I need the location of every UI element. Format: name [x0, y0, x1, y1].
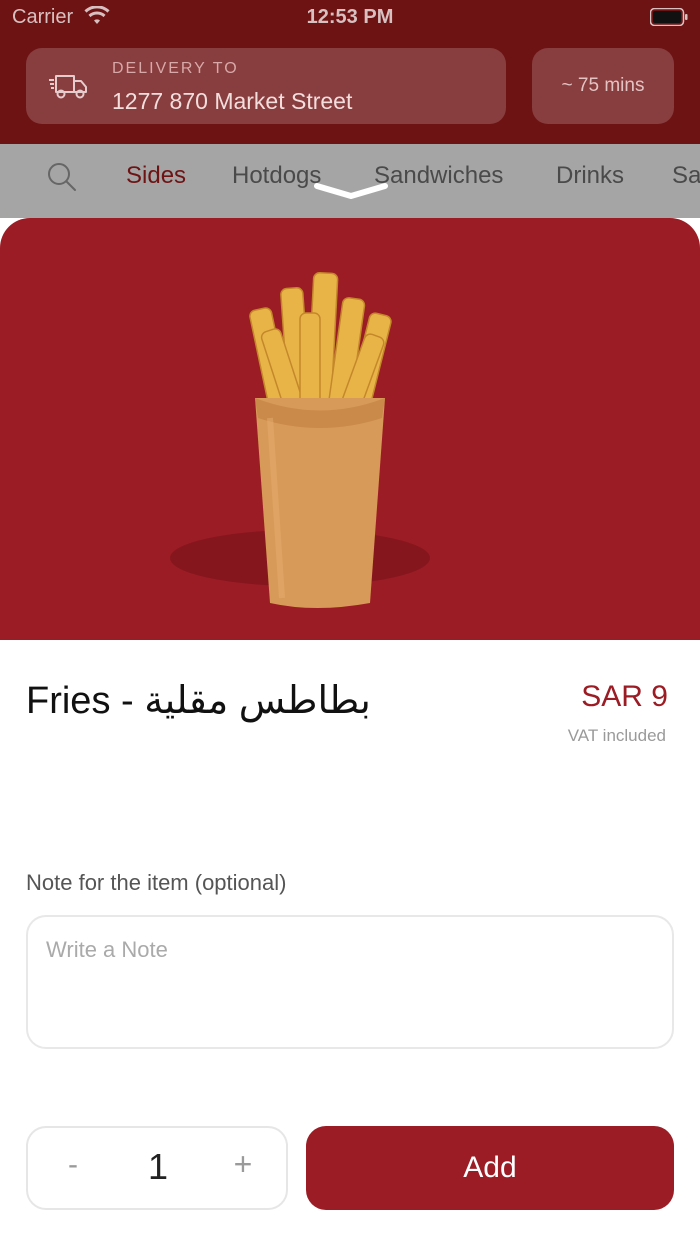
tab-drinks[interactable]: Drinks [556, 162, 624, 190]
item-detail-sheet: Fries - بطاطس مقلية SAR 9 VAT included N… [0, 218, 700, 1244]
tab-sandwiches[interactable]: Sandwiches [374, 162, 503, 190]
item-title: Fries - بطاطس مقلية [26, 680, 371, 722]
tab-hotdogs[interactable]: Hotdogs [232, 162, 321, 190]
eta-text: ~ 75 mins [561, 75, 645, 96]
add-to-cart-button[interactable]: Add [306, 1126, 674, 1210]
delivery-address: 1277 870 Market Street [112, 88, 353, 114]
battery-icon [650, 8, 688, 26]
tab-sides[interactable]: Sides [126, 162, 186, 190]
status-bar: Carrier 12:53 PM [0, 0, 700, 36]
delivery-to-label: DELIVERY TO [112, 60, 239, 77]
note-label: Note for the item (optional) [26, 870, 287, 895]
increment-button[interactable]: + [226, 1146, 260, 1186]
quantity-stepper: - 1 + [26, 1126, 288, 1210]
vat-note: VAT included [567, 726, 666, 745]
delivery-address-selector[interactable]: DELIVERY TO 1277 870 Market Street [26, 48, 506, 124]
app-header: Carrier 12:53 PM DELIVERY TO 1277 870 Ma… [0, 0, 700, 144]
delivery-truck-icon [49, 75, 87, 99]
clock: 12:53 PM [306, 6, 394, 28]
fries-product-image [170, 272, 430, 608]
delivery-eta-badge: ~ 75 mins [532, 48, 674, 124]
tab-more[interactable]: Sa [672, 162, 700, 190]
category-tab-bar: Sides Hotdogs Sandwiches Drinks Sa [0, 144, 700, 218]
sheet-dismiss-handle[interactable] [311, 180, 391, 200]
item-price: SAR 9 [581, 680, 668, 713]
note-input[interactable] [26, 915, 674, 1049]
quantity-value: 1 [147, 1146, 169, 1187]
item-hero [0, 218, 700, 640]
decrement-button[interactable]: - [58, 1148, 88, 1188]
search-icon[interactable] [46, 161, 78, 193]
